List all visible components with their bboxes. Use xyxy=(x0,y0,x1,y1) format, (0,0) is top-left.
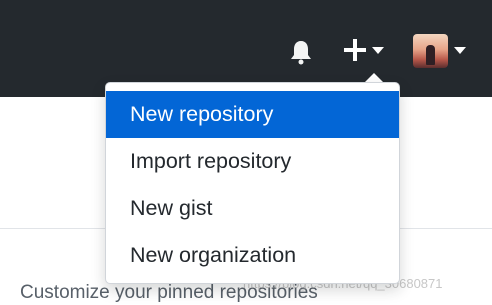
plus-icon[interactable] xyxy=(343,37,367,63)
avatar[interactable] xyxy=(413,34,448,68)
page: Customize your pinned repositories https… xyxy=(0,0,492,305)
caret-down-icon[interactable] xyxy=(453,47,467,55)
menu-item-new-organization[interactable]: New organization xyxy=(106,232,399,279)
caret-down-icon[interactable] xyxy=(371,47,385,55)
menu-item-new-gist[interactable]: New gist xyxy=(106,185,399,232)
menu-item-import-repository[interactable]: Import repository xyxy=(106,138,399,185)
bell-icon[interactable] xyxy=(287,38,315,66)
avatar-figure xyxy=(426,45,435,65)
menu-item-new-repository[interactable]: New repository xyxy=(106,91,399,138)
create-new-dropdown: New repository Import repository New gis… xyxy=(105,82,400,284)
